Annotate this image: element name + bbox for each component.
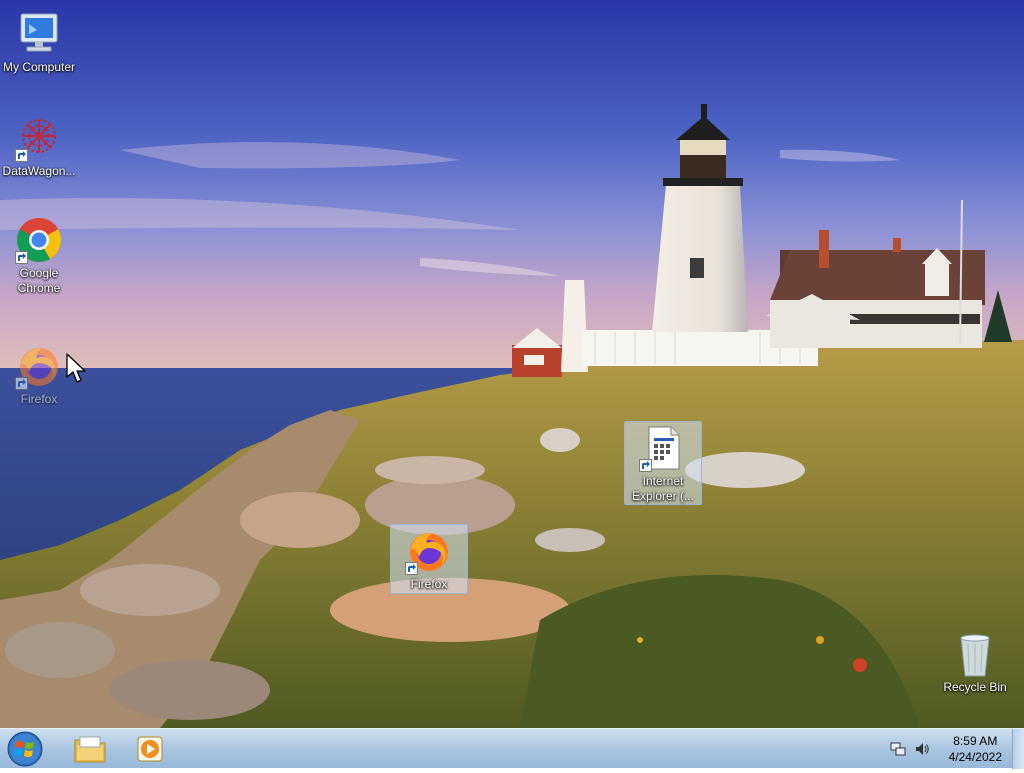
firefox-icon — [15, 342, 63, 390]
start-button[interactable] — [4, 730, 46, 768]
wallpaper-lighthouse — [0, 0, 1024, 728]
my-computer-icon — [15, 10, 63, 58]
shortcut-arrow-icon — [15, 377, 28, 390]
shortcut-arrow-icon — [15, 251, 28, 264]
desktop-icon-label: DataWagon... — [2, 164, 76, 178]
desktop-icon-datawagon[interactable]: DataWagon... — [0, 114, 78, 179]
shortcut-arrow-icon — [15, 149, 28, 162]
clock[interactable]: 8:59 AM 4/24/2022 — [949, 733, 1002, 765]
desktop-icon-label: Google Chrome — [17, 266, 61, 295]
taskbar: 8:59 AM 4/24/2022 — [0, 728, 1024, 769]
desktop-icon-recycle-bin[interactable]: Recycle Bin — [936, 630, 1014, 695]
chrome-icon — [15, 216, 63, 264]
desktop-icon-internet-explorer[interactable]: Internet Explorer (... — [624, 421, 702, 505]
system-tray: 8:59 AM 4/24/2022 — [874, 729, 1024, 769]
taskbar-media-player-button[interactable] — [122, 731, 178, 767]
media-player-icon — [137, 736, 163, 762]
file-explorer-icon — [74, 736, 106, 763]
desktop-icon-label: My Computer — [2, 60, 76, 74]
show-desktop-button[interactable] — [1012, 729, 1024, 769]
datawagon-icon — [15, 114, 63, 162]
clock-time: 8:59 AM — [953, 734, 998, 748]
start-button-icon — [7, 731, 43, 767]
internet-explorer-icon — [639, 424, 687, 472]
desktop: My Computer DataWagon... Google Chrome F… — [0, 0, 1024, 728]
desktop-icon-label: Firefox — [20, 392, 58, 406]
desktop-icon-label: Internet Explorer (... — [631, 474, 694, 503]
network-icon[interactable] — [890, 741, 906, 757]
firefox-icon — [405, 527, 453, 575]
clock-date: 4/24/2022 — [948, 750, 1002, 764]
mouse-pointer-icon — [66, 353, 86, 383]
desktop-icon-label: Recycle Bin — [943, 680, 1007, 694]
desktop-icon-label: Firefox — [410, 577, 448, 591]
recycle-bin-icon — [951, 630, 999, 678]
taskbar-file-explorer-button[interactable] — [62, 731, 118, 767]
shortcut-arrow-icon — [639, 459, 652, 472]
desktop-icon-firefox[interactable]: Firefox — [390, 524, 468, 594]
desktop-icon-google-chrome[interactable]: Google Chrome — [0, 216, 78, 296]
volume-icon[interactable] — [914, 741, 930, 757]
shortcut-arrow-icon — [405, 562, 418, 575]
desktop-icon-my-computer[interactable]: My Computer — [0, 10, 78, 75]
